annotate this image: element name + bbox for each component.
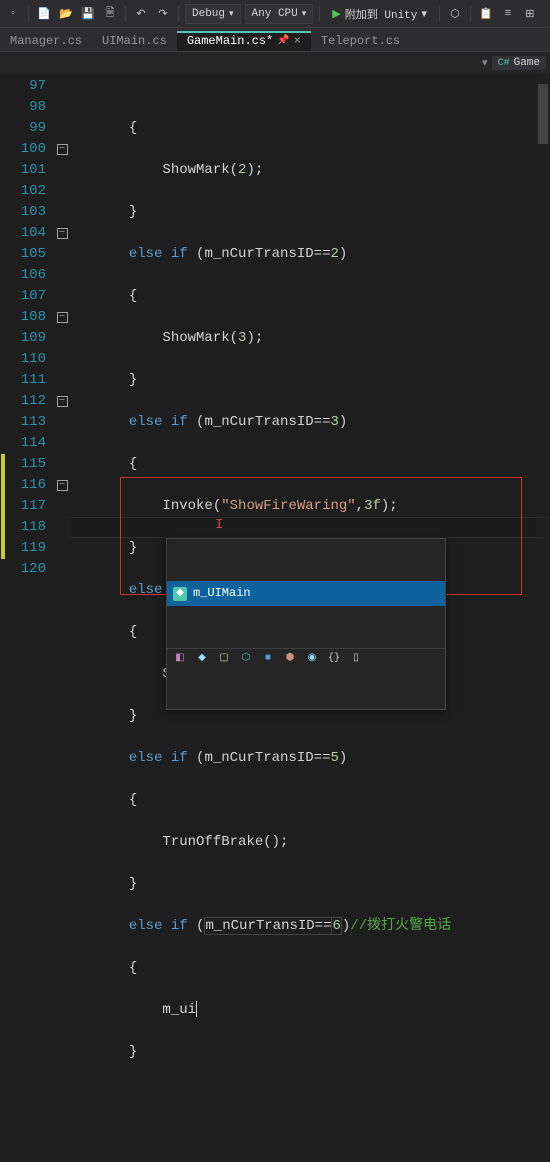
fold-toggle[interactable]: − — [57, 144, 68, 155]
tab-uimain[interactable]: UIMain.cs — [92, 31, 177, 51]
tool-icon-4[interactable]: ⊞ — [521, 5, 539, 23]
undo-icon[interactable]: ↶ — [132, 5, 150, 23]
tool-icon-2[interactable]: 📋 — [477, 5, 495, 23]
tab-gamemain[interactable]: GameMain.cs*📌× — [177, 31, 311, 51]
filter-icon[interactable]: ▢ — [217, 651, 231, 665]
editor-tab-bar: Manager.cs UIMain.cs GameMain.cs*📌× Tele… — [0, 28, 550, 52]
new-file-icon[interactable]: 📄 — [35, 5, 53, 23]
csharp-icon: C# — [498, 58, 510, 69]
fold-margin: − − − − − — [54, 74, 70, 581]
fold-toggle[interactable]: − — [57, 228, 68, 239]
intellisense-item[interactable]: ◆ m_UIMain — [167, 581, 445, 606]
filter-icon[interactable]: ◉ — [305, 651, 319, 665]
filter-icon[interactable]: ⬢ — [283, 651, 297, 665]
annotation-cursor-icon: I — [215, 515, 223, 536]
breadcrumb-bar: ▾ C# Game — [0, 52, 550, 74]
redo-icon[interactable]: ↷ — [154, 5, 172, 23]
save-all-icon[interactable]: 🗎 — [101, 5, 119, 23]
filter-icon[interactable]: ◧ — [173, 651, 187, 665]
pin-icon[interactable]: 📌 — [277, 35, 289, 47]
tool-icon-3[interactable]: ≡ — [499, 5, 517, 23]
dropdown-icon[interactable]: ▾ — [482, 56, 488, 70]
config-dropdown[interactable]: Debug — [185, 4, 241, 24]
attach-button[interactable]: ▶附加到 Unity ▾ — [326, 5, 433, 23]
main-toolbar: ◦ 📄 📂 💾 🗎 ↶ ↷ Debug Any CPU ▶附加到 Unity ▾… — [0, 0, 550, 28]
breadcrumb-item[interactable]: C# Game — [492, 56, 546, 70]
fold-toggle[interactable]: − — [57, 480, 68, 491]
intellisense-popup[interactable]: ◆ m_UIMain ◧ ◆ ▢ ⬡ ■ ⬢ ◉ {} ▯ — [166, 538, 446, 710]
close-icon[interactable]: × — [294, 34, 301, 48]
fold-toggle[interactable]: − — [57, 312, 68, 323]
line-number-gutter: 9798991001011021031041051061071081091101… — [6, 74, 54, 581]
filter-icon[interactable]: {} — [327, 651, 341, 665]
scroll-thumb[interactable] — [538, 84, 548, 144]
tab-teleport[interactable]: Teleport.cs — [311, 31, 410, 51]
save-icon[interactable]: 💾 — [79, 5, 97, 23]
text-cursor — [196, 1001, 197, 1017]
play-icon: ▶ — [332, 7, 340, 21]
tool-icon-1[interactable]: ⬡ — [446, 5, 464, 23]
fold-toggle[interactable]: − — [57, 396, 68, 407]
vertical-scrollbar[interactable] — [536, 74, 550, 581]
code-area[interactable]: { ShowMark(2); } else if (m_nCurTransID=… — [70, 74, 550, 581]
navigate-back-icon[interactable]: ◦ — [4, 5, 22, 23]
filter-icon[interactable]: ◆ — [195, 651, 209, 665]
intellisense-filter-bar: ◧ ◆ ▢ ⬡ ■ ⬢ ◉ {} ▯ — [167, 648, 445, 667]
code-editor[interactable]: 9798991001011021031041051061071081091101… — [0, 74, 550, 581]
filter-icon[interactable]: ■ — [261, 651, 275, 665]
open-icon[interactable]: 📂 — [57, 5, 75, 23]
intellisense-label: m_UIMain — [193, 583, 251, 604]
field-icon: ◆ — [173, 587, 187, 601]
platform-dropdown[interactable]: Any CPU — [245, 4, 314, 24]
tab-manager[interactable]: Manager.cs — [0, 31, 92, 51]
filter-icon[interactable]: ⬡ — [239, 651, 253, 665]
filter-icon[interactable]: ▯ — [349, 651, 363, 665]
